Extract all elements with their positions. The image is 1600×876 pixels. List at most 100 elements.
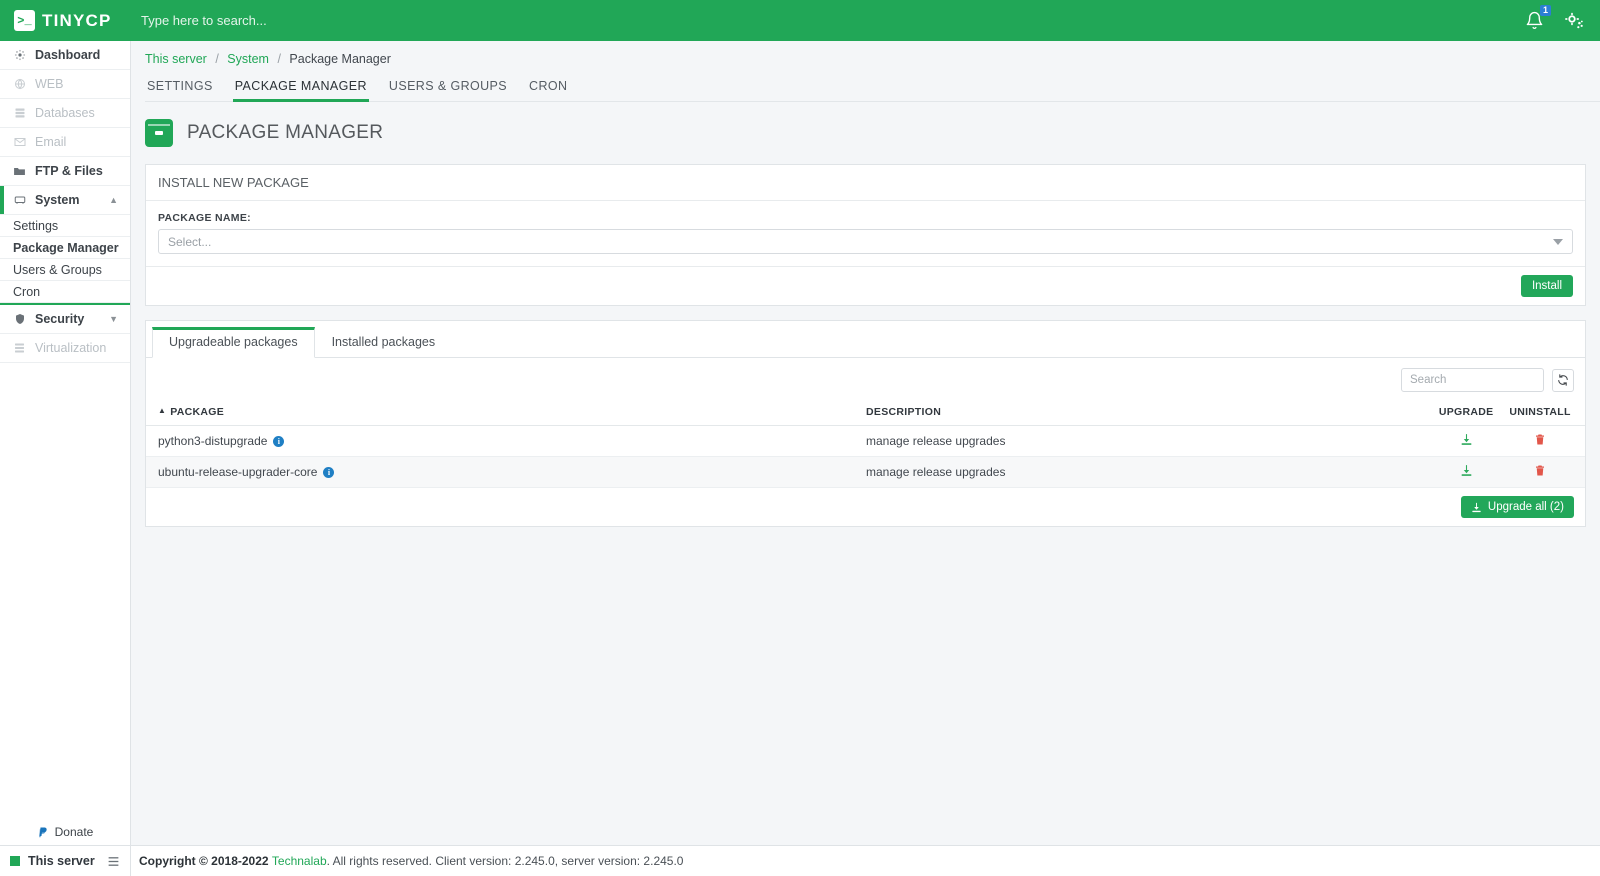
globe-icon — [13, 78, 26, 90]
sidebar-subitem-label: Settings — [13, 218, 59, 233]
sidebar-subitem-label: Cron — [13, 284, 41, 299]
tab-package-manager[interactable]: PACKAGE MANAGER — [232, 79, 370, 102]
paypal-icon — [38, 827, 47, 837]
install-button[interactable]: Install — [1520, 275, 1573, 297]
sidebar-subitem-label: Package Manager — [13, 240, 119, 255]
donate-button[interactable]: Donate — [0, 819, 130, 845]
database-icon — [13, 107, 26, 119]
install-new-package-panel: INSTALL NEW PACKAGE PACKAGE NAME: Select… — [145, 164, 1586, 306]
sidebar-subitem-package-manager[interactable]: Package Manager — [0, 237, 130, 259]
tab-installed-packages[interactable]: Installed packages — [315, 327, 453, 358]
breadcrumb-separator: / — [277, 52, 281, 66]
sidebar-item-virtualization: Virtualization — [0, 334, 130, 363]
app-logo-text: TINYCP — [42, 10, 112, 30]
cell-upgrade — [1427, 456, 1506, 488]
refresh-icon — [1558, 374, 1568, 386]
notification-badge: 1 — [1540, 5, 1551, 16]
package-name-select[interactable]: Select... — [158, 229, 1573, 254]
breadcrumb-link-system[interactable]: System — [227, 52, 269, 66]
package-name-label: PACKAGE NAME: — [158, 212, 251, 224]
breadcrumb: This server / System / Package Manager — [131, 41, 1600, 66]
uninstall-package-button[interactable] — [1534, 464, 1546, 477]
column-header-package[interactable]: ▲ PACKAGE — [146, 400, 867, 426]
cell-package: python3-distupgrade i — [146, 425, 867, 457]
sidebar-item-label: Security — [35, 312, 85, 326]
app-logo[interactable]: >_ TINYCP — [0, 0, 131, 41]
this-server-label: This server — [28, 854, 95, 868]
packages-panel: Upgradeable packages Installed packages … — [145, 320, 1586, 527]
this-server-selector[interactable]: This server — [0, 845, 130, 876]
sidebar-item-dashboard[interactable]: Dashboard — [0, 41, 130, 70]
breadcrumb-separator: / — [215, 52, 219, 66]
sidebar-item-label: WEB — [35, 77, 64, 91]
info-icon[interactable]: i — [273, 436, 285, 447]
sidebar-item-system[interactable]: System ▲ — [0, 186, 130, 215]
section-tabs: SETTINGS PACKAGE MANAGER USERS & GROUPS … — [145, 79, 1600, 102]
sidebar-item-label: Virtualization — [35, 341, 107, 355]
tab-upgradeable-packages[interactable]: Upgradeable packages — [152, 327, 315, 358]
package-box-icon — [145, 119, 173, 147]
sidebar-system-submenu: Settings Package Manager Users & Groups … — [0, 215, 130, 305]
table-row: python3-distupgrade i manage release upgr… — [146, 425, 1585, 457]
footer-rest: . All rights reserved. Client version: 2… — [326, 854, 684, 868]
upgrade-package-button[interactable] — [1460, 433, 1473, 446]
donate-label: Donate — [54, 825, 94, 839]
package-name-select-value: Select... — [168, 234, 212, 249]
settings-button[interactable] — [1564, 11, 1584, 31]
download-icon — [1461, 465, 1472, 476]
column-header-uninstall: UNINSTALL — [1505, 400, 1585, 426]
notifications-button[interactable]: 1 — [1525, 5, 1551, 30]
page-header: PACKAGE MANAGER — [145, 119, 1600, 147]
caret-down-icon — [1553, 238, 1563, 245]
packages-table: ▲ PACKAGE DESCRIPTION UPGRADE UNINSTALL p… — [146, 400, 1585, 488]
packages-table-body: python3-distupgrade i manage release upgr… — [146, 425, 1585, 488]
packages-search-input[interactable] — [1401, 368, 1544, 392]
sidebar-item-databases: Databases — [0, 99, 130, 128]
uninstall-package-button[interactable] — [1534, 433, 1546, 446]
trash-icon — [1536, 434, 1545, 445]
sidebar-subitem-settings[interactable]: Settings — [0, 215, 130, 237]
sidebar-item-ftp-files[interactable]: FTP & Files — [0, 157, 130, 186]
global-search[interactable] — [141, 13, 1525, 28]
download-icon — [1461, 434, 1472, 445]
server-icon — [13, 194, 26, 206]
main-content: This server / System / Package Manager S… — [131, 41, 1600, 845]
package-name: ubuntu-release-upgrader-core — [158, 465, 318, 479]
copyright-text: Copyright © 2018-2022 — [139, 854, 269, 868]
global-search-input[interactable] — [141, 13, 561, 28]
tab-users-groups[interactable]: USERS & GROUPS — [387, 79, 509, 101]
upgrade-all-button[interactable]: Upgrade all (2) — [1460, 496, 1574, 518]
company-link[interactable]: Technalab — [272, 854, 327, 868]
folder-icon — [13, 165, 26, 178]
trash-icon — [1536, 465, 1545, 476]
page-title: PACKAGE MANAGER — [187, 122, 384, 143]
sidebar-item-security[interactable]: Security ▼ — [0, 305, 130, 334]
sidebar-subitem-label: Users & Groups — [13, 262, 102, 277]
sidebar-item-label: Email — [35, 135, 67, 149]
breadcrumb-link-this-server[interactable]: This server — [145, 52, 207, 66]
column-label: PACKAGE — [170, 406, 225, 418]
column-header-upgrade: UPGRADE — [1427, 400, 1506, 426]
sidebar-item-label: FTP & Files — [35, 164, 103, 178]
upgrade-all-label: Upgrade all (2) — [1487, 501, 1564, 513]
info-icon[interactable]: i — [323, 467, 335, 478]
sidebar: Dashboard WEB Databases Email FTP & File… — [0, 41, 131, 876]
shield-icon — [13, 313, 26, 325]
server-status-icon — [10, 856, 20, 866]
upgrade-package-button[interactable] — [1460, 464, 1473, 477]
install-panel-body: PACKAGE NAME: Select... — [146, 201, 1585, 266]
sidebar-item-email: Email — [0, 128, 130, 157]
sidebar-subitem-cron[interactable]: Cron — [0, 281, 130, 303]
table-header-row: ▲ PACKAGE DESCRIPTION UPGRADE UNINSTALL — [146, 400, 1585, 426]
install-panel-footer: Install — [146, 266, 1585, 305]
list-icon[interactable] — [107, 855, 120, 868]
refresh-button[interactable] — [1552, 368, 1574, 392]
sidebar-item-label: Databases — [35, 106, 95, 120]
column-header-description[interactable]: DESCRIPTION — [866, 400, 1428, 426]
cell-upgrade — [1427, 425, 1506, 457]
sidebar-subitem-users-groups[interactable]: Users & Groups — [0, 259, 130, 281]
tab-cron[interactable]: CRON — [527, 79, 569, 101]
tab-settings[interactable]: SETTINGS — [145, 79, 215, 101]
page-footer: Copyright © 2018-2022 Technalab. All rig… — [131, 845, 1600, 876]
top-bar: >_ TINYCP 1 — [0, 0, 1600, 41]
